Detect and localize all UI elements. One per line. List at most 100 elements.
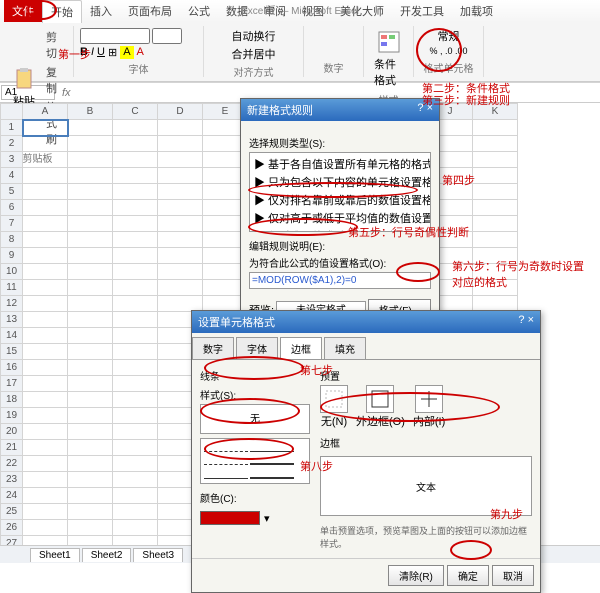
merge-button[interactable]: 合并居中 (232, 46, 276, 62)
line-style-picker[interactable] (200, 438, 310, 484)
tab-fill[interactable]: 填充 (324, 337, 366, 359)
line-style-option[interactable] (204, 455, 248, 465)
row-header[interactable]: 4 (1, 168, 23, 184)
rule-option[interactable]: ▶ 仅对唯一值或重复值设置格式 (252, 227, 428, 232)
row-header[interactable]: 25 (1, 504, 23, 520)
dialog-title: 设置单元格格式 (198, 314, 275, 330)
row-header[interactable]: 23 (1, 472, 23, 488)
formula-input[interactable] (249, 272, 431, 289)
preset-none[interactable]: 无(N) (320, 385, 348, 429)
rule-option[interactable]: ▶ 基于各自值设置所有单元格的格式 (252, 155, 428, 173)
row-header[interactable]: 13 (1, 312, 23, 328)
paste-icon (12, 67, 36, 91)
tab-font[interactable]: 字体 (236, 337, 278, 359)
row-header[interactable]: 1 (1, 120, 23, 136)
tab-dev[interactable]: 开发工具 (392, 0, 452, 22)
row-header[interactable]: 15 (1, 344, 23, 360)
row-header[interactable]: 24 (1, 488, 23, 504)
row-header[interactable]: 22 (1, 456, 23, 472)
row-header[interactable]: 19 (1, 408, 23, 424)
line-none-option[interactable]: 无 (200, 404, 310, 434)
border-button[interactable]: ⊞ (108, 46, 117, 59)
sheet-tab[interactable]: Sheet2 (82, 548, 132, 562)
sheet-tab[interactable]: Sheet1 (30, 548, 80, 562)
dialog-titlebar[interactable]: 设置单元格格式 ? × (192, 311, 540, 333)
color-swatch[interactable] (200, 511, 260, 525)
conditional-format-button[interactable]: 条件格式 (370, 28, 407, 90)
italic-button[interactable]: I (91, 46, 94, 59)
sheet-tab[interactable]: Sheet3 (133, 548, 183, 562)
font-size-select[interactable] (152, 28, 182, 44)
close-icon[interactable]: × (528, 314, 534, 326)
col-header[interactable]: B (68, 104, 113, 120)
fill-color-button[interactable]: A (120, 46, 133, 59)
help-icon[interactable]: ? (518, 314, 524, 326)
row-header[interactable]: 3 (1, 152, 23, 168)
line-style-option[interactable] (250, 442, 294, 452)
color-label: 颜色(C): (200, 490, 310, 505)
font-group-label: 字体 (80, 61, 197, 76)
border-preview[interactable]: 文本 (320, 456, 532, 516)
preset-outline[interactable]: 外边框(O) (356, 385, 405, 429)
number-group-label: 数字 (310, 60, 357, 75)
row-header[interactable]: 6 (1, 200, 23, 216)
wrap-button[interactable]: 自动换行 (232, 28, 276, 44)
row-header[interactable]: 2 (1, 136, 23, 152)
preset-label: 预置 (320, 368, 532, 383)
tab-formula[interactable]: 公式 (180, 0, 218, 22)
row-header[interactable]: 5 (1, 184, 23, 200)
row-header[interactable]: 17 (1, 376, 23, 392)
row-header[interactable]: 11 (1, 280, 23, 296)
row-header[interactable]: 14 (1, 328, 23, 344)
rule-option[interactable]: ▶ 仅对高于或低于平均值的数值设置格式 (252, 209, 428, 227)
line-style-option[interactable] (204, 469, 248, 479)
cut-button[interactable]: 剪切 (44, 28, 67, 62)
underline-button[interactable]: U (97, 46, 105, 59)
row-header[interactable]: 12 (1, 296, 23, 312)
condfmt-label: 条件格式 (374, 56, 403, 88)
style-label: 样式(S): (200, 387, 310, 402)
tab-file[interactable]: 文件 (4, 0, 42, 22)
col-header[interactable]: A (23, 104, 68, 120)
help-icon[interactable]: ? (417, 102, 423, 114)
rule-type-list[interactable]: ▶ 基于各自值设置所有单元格的格式 ▶ 只为包含以下内容的单元格设置格式 ▶ 仅… (249, 152, 431, 232)
tab-number[interactable]: 数字 (192, 337, 234, 359)
row-header[interactable]: 18 (1, 392, 23, 408)
row-header[interactable]: 8 (1, 232, 23, 248)
line-style-option[interactable] (204, 442, 248, 452)
line-style-option[interactable] (250, 455, 294, 465)
row-header[interactable]: 7 (1, 216, 23, 232)
rule-option[interactable]: ▶ 仅对排名靠前或靠后的数值设置格式 (252, 191, 428, 209)
col-header[interactable]: D (158, 104, 203, 120)
font-color-button[interactable]: A (137, 46, 144, 59)
line-style-option[interactable] (250, 469, 294, 479)
tab-addin[interactable]: 加载项 (452, 0, 501, 22)
tab-insert[interactable]: 插入 (82, 0, 120, 22)
row-header[interactable]: 10 (1, 264, 23, 280)
tab-border[interactable]: 边框 (280, 337, 322, 359)
condfmt-icon (377, 30, 401, 54)
border-label: 边框 (320, 435, 532, 450)
bold-button[interactable]: B (80, 46, 88, 59)
col-header[interactable]: K (473, 104, 518, 120)
tab-layout[interactable]: 页面布局 (120, 0, 180, 22)
col-header[interactable]: C (113, 104, 158, 120)
row-header[interactable]: 20 (1, 424, 23, 440)
format-cells-dialog: 设置单元格格式 ? × 数字 字体 边框 填充 线条 样式(S): 无 颜色(C… (191, 310, 541, 593)
row-header[interactable]: 16 (1, 360, 23, 376)
dialog-title: 新建格式规则 (247, 102, 313, 118)
preset-inside[interactable]: 内部(I) (413, 385, 445, 429)
copy-button[interactable]: 复制 (44, 63, 67, 97)
dialog-titlebar[interactable]: 新建格式规则 ? × (241, 99, 439, 121)
line-label: 线条 (200, 368, 310, 383)
row-header[interactable]: 21 (1, 440, 23, 456)
formula-sublabel: 为符合此公式的值设置格式(O): (249, 255, 431, 270)
close-icon[interactable]: × (427, 102, 433, 114)
rule-option[interactable]: ▶ 只为包含以下内容的单元格设置格式 (252, 173, 428, 191)
tab-home[interactable]: 开始 (42, 0, 82, 23)
general-format[interactable]: 常规 (438, 28, 460, 44)
font-family-select[interactable] (80, 28, 150, 44)
row-header[interactable]: 26 (1, 520, 23, 536)
dropdown-icon[interactable]: ▾ (264, 512, 270, 525)
row-header[interactable]: 9 (1, 248, 23, 264)
